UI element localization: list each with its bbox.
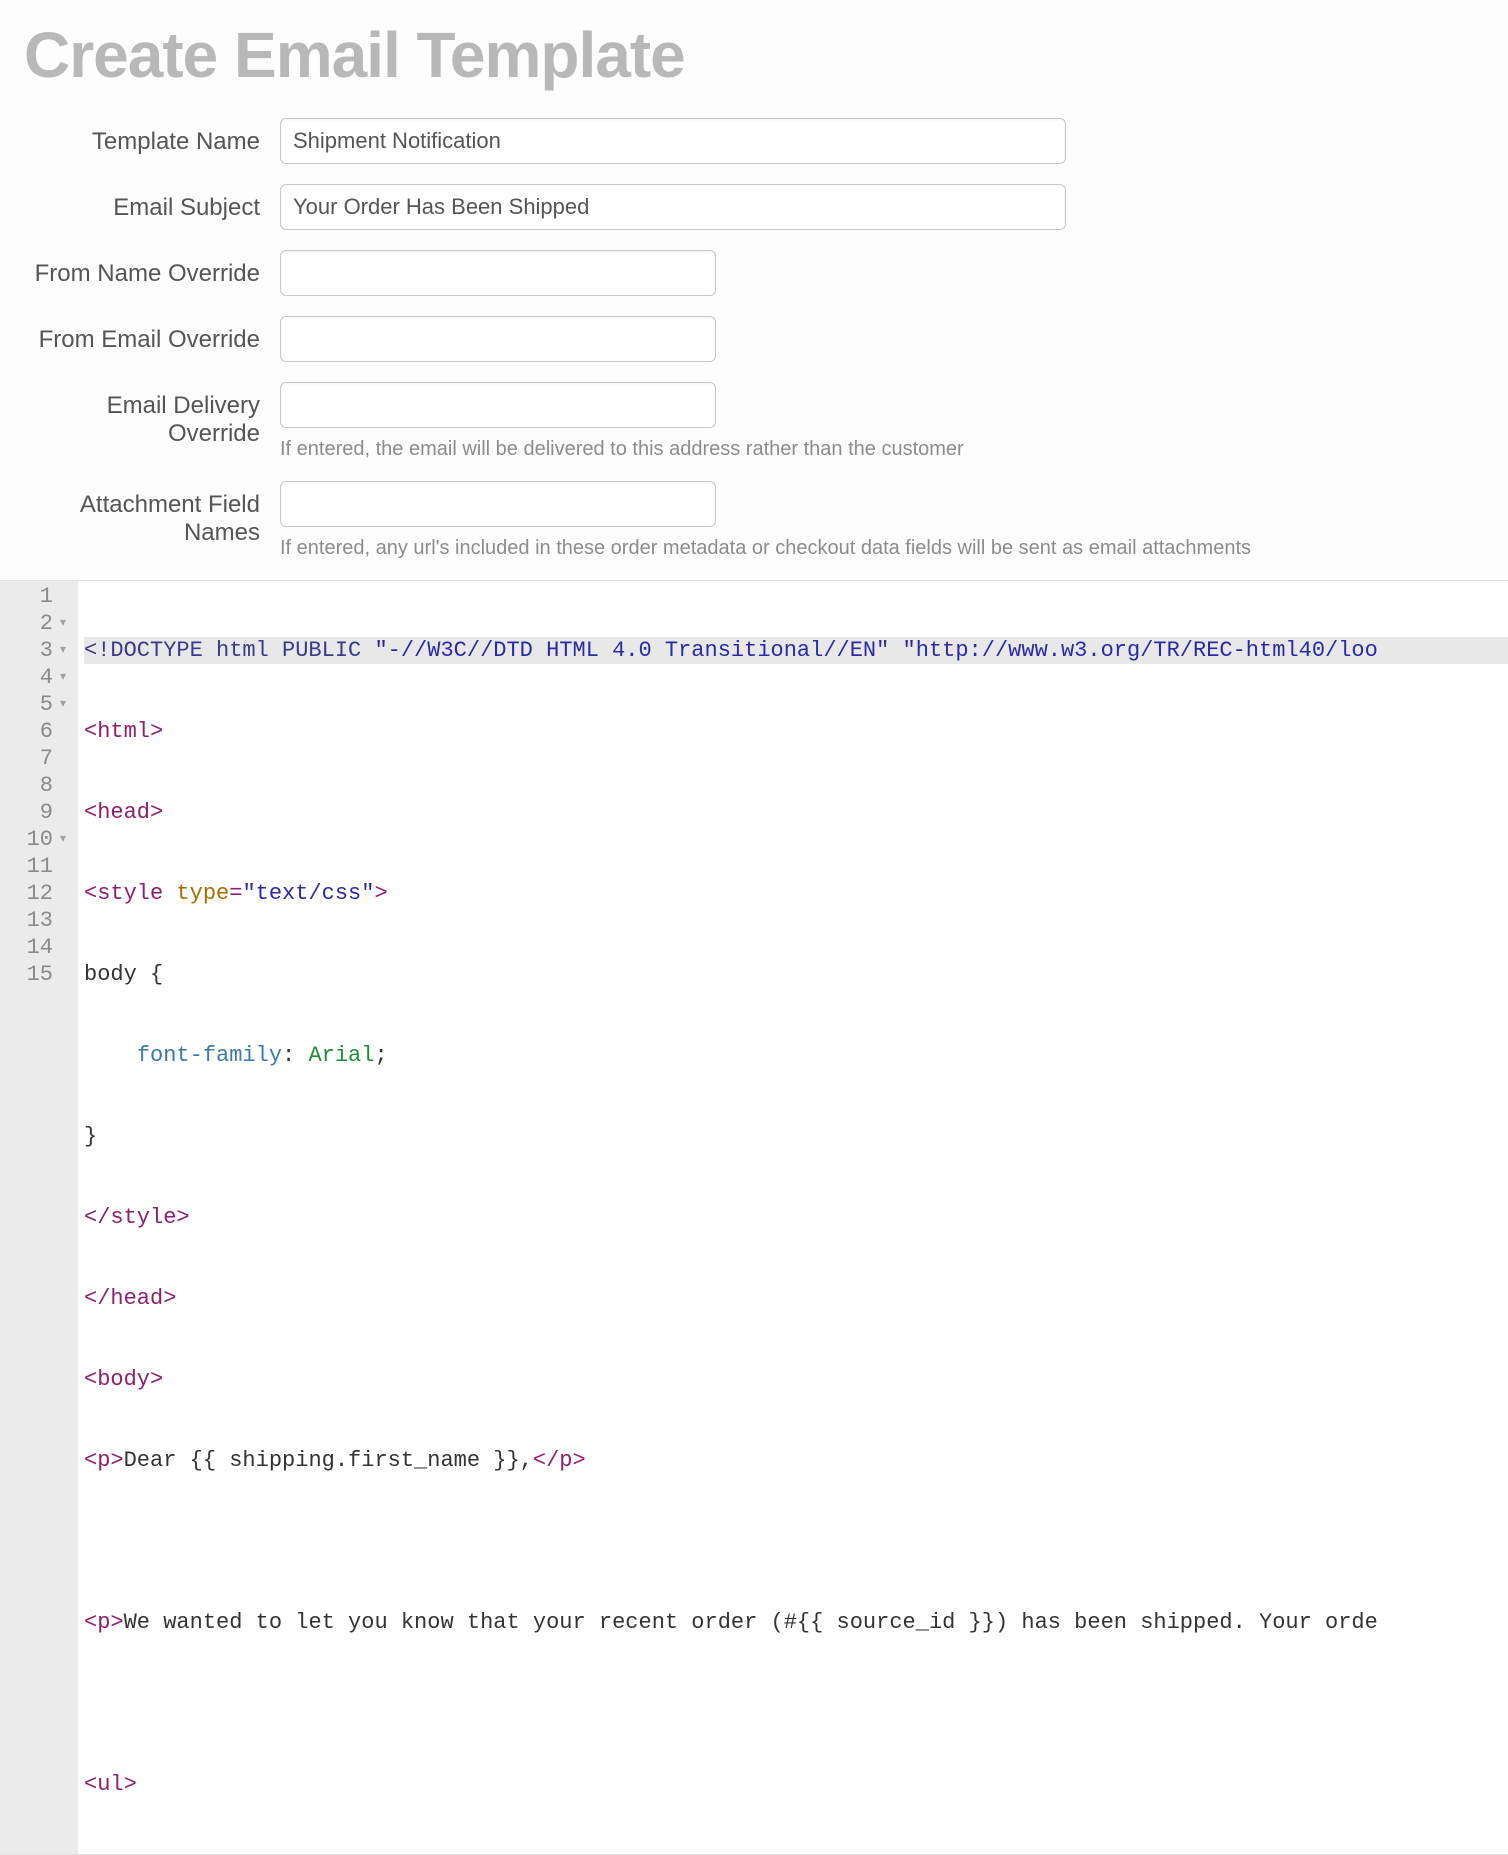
code-editor[interactable]: 12▾3▾4▾5▾678910▾1112131415 <!DOCTYPE htm…: [0, 580, 1508, 1855]
input-from-email-override[interactable]: [280, 316, 716, 362]
help-email-delivery-override: If entered, the email will be delivered …: [280, 438, 964, 461]
row-from-email-override: From Email Override: [24, 316, 1508, 362]
gutter-line: 8: [0, 772, 70, 799]
code-content[interactable]: <!DOCTYPE html PUBLIC "-//W3C//DTD HTML …: [78, 581, 1508, 1854]
code-line: [84, 1690, 1508, 1717]
code-line: <ul>: [84, 1771, 1508, 1798]
code-line: font-family: Arial;: [84, 1042, 1508, 1069]
gutter-line: 3▾: [0, 637, 70, 664]
fold-icon[interactable]: ▾: [56, 664, 66, 691]
code-line: [84, 1528, 1508, 1555]
input-template-name[interactable]: [280, 118, 1066, 164]
input-attachment-field-names[interactable]: [280, 481, 716, 527]
gutter-line: 12: [0, 880, 70, 907]
label-email-delivery-override: Email Delivery Override: [24, 382, 280, 448]
gutter-line: 6: [0, 718, 70, 745]
row-template-name: Template Name: [24, 118, 1508, 164]
label-from-name-override: From Name Override: [24, 250, 280, 288]
fold-icon[interactable]: ▾: [56, 691, 66, 718]
code-line: <html>: [84, 718, 1508, 745]
input-email-subject[interactable]: [280, 184, 1066, 230]
code-line: body {: [84, 961, 1508, 988]
gutter-line: 2▾: [0, 610, 70, 637]
gutter-line: 15: [0, 961, 70, 988]
gutter-line: 1: [0, 583, 70, 610]
gutter-line: 10▾: [0, 826, 70, 853]
code-line: <p>We wanted to let you know that your r…: [84, 1609, 1508, 1636]
code-gutter: 12▾3▾4▾5▾678910▾1112131415: [0, 581, 78, 1854]
label-attachment-field-names: Attachment Field Names: [24, 481, 280, 547]
fold-icon[interactable]: ▾: [56, 637, 66, 664]
row-email-delivery-override: Email Delivery Override If entered, the …: [24, 382, 1508, 461]
page-title: Create Email Template: [24, 18, 1508, 92]
gutter-line: 5▾: [0, 691, 70, 718]
row-from-name-override: From Name Override: [24, 250, 1508, 296]
code-line: <body>: [84, 1366, 1508, 1393]
code-line: <p>Dear {{ shipping.first_name }},</p>: [84, 1447, 1508, 1474]
gutter-line: 14: [0, 934, 70, 961]
label-email-subject: Email Subject: [24, 184, 280, 222]
code-line: </head>: [84, 1285, 1508, 1312]
gutter-line: 9: [0, 799, 70, 826]
fold-icon[interactable]: ▾: [56, 826, 66, 853]
gutter-line: 11: [0, 853, 70, 880]
code-line: <!DOCTYPE html PUBLIC "-//W3C//DTD HTML …: [84, 637, 1508, 664]
code-line: </style>: [84, 1204, 1508, 1231]
code-line: <head>: [84, 799, 1508, 826]
label-from-email-override: From Email Override: [24, 316, 280, 354]
label-template-name: Template Name: [24, 118, 280, 156]
code-line: }: [84, 1123, 1508, 1150]
input-email-delivery-override[interactable]: [280, 382, 716, 428]
fold-icon[interactable]: ▾: [56, 610, 66, 637]
help-attachment-field-names: If entered, any url's included in these …: [280, 537, 1251, 560]
code-line: <style type="text/css">: [84, 880, 1508, 907]
gutter-line: 13: [0, 907, 70, 934]
form-section: Template Name Email Subject From Name Ov…: [24, 118, 1508, 560]
input-from-name-override[interactable]: [280, 250, 716, 296]
row-email-subject: Email Subject: [24, 184, 1508, 230]
row-attachment-field-names: Attachment Field Names If entered, any u…: [24, 481, 1508, 560]
gutter-line: 4▾: [0, 664, 70, 691]
gutter-line: 7: [0, 745, 70, 772]
